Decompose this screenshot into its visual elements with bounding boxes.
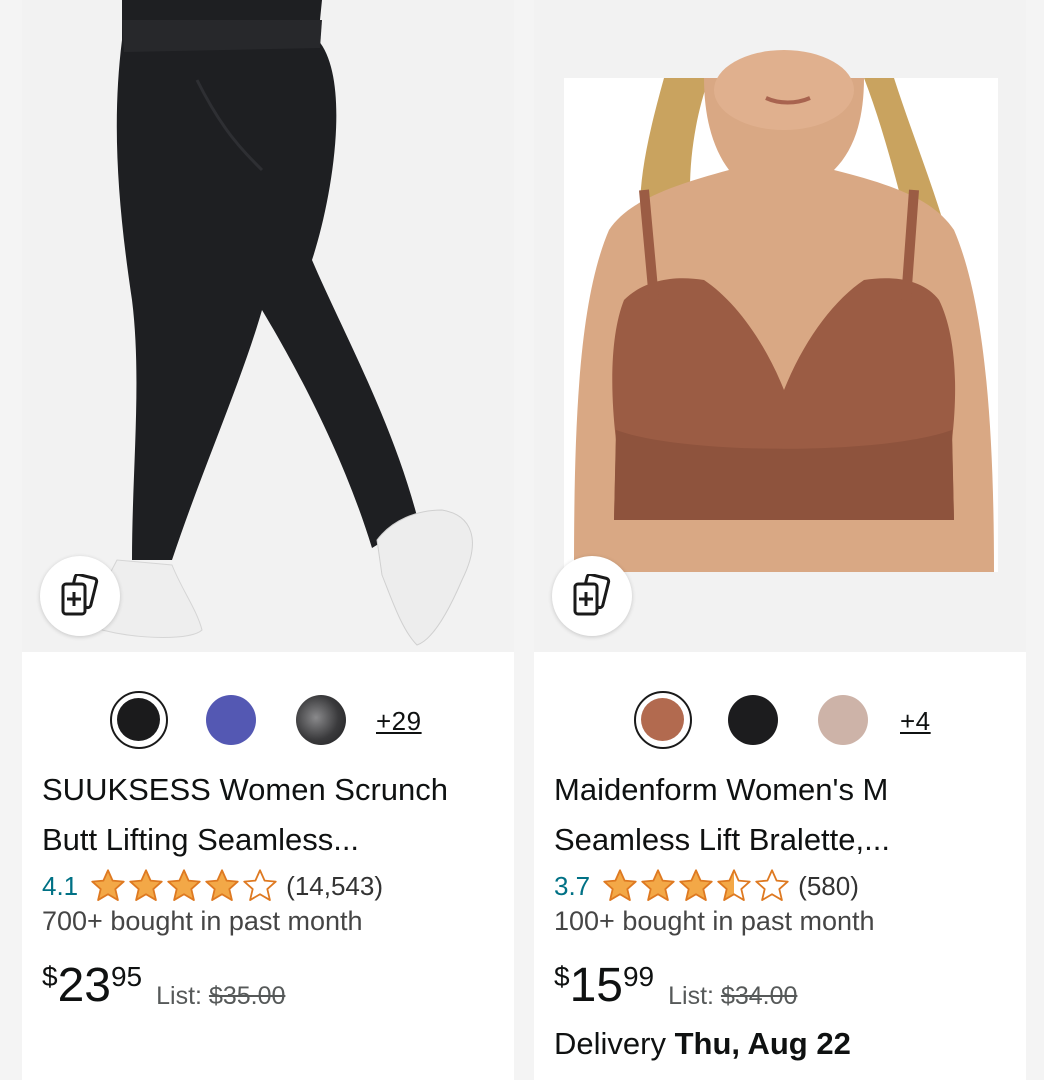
title-line: Maidenform Women's M xyxy=(554,772,889,807)
price-fraction: 99 xyxy=(622,961,655,992)
title-line: Seamless Lift Bralette,... xyxy=(554,822,890,857)
list-price-value: $35.00 xyxy=(208,982,286,1010)
star-icon xyxy=(205,869,239,901)
list-label: List: xyxy=(156,982,202,1010)
rating-row[interactable]: 3.7 (580) xyxy=(554,866,859,906)
swatch-selected[interactable] xyxy=(110,691,168,749)
delivery-label: Delivery xyxy=(554,1026,666,1061)
product-card[interactable]: +4 Maidenform Women's M Seamless Lift Br… xyxy=(534,0,1026,1080)
star-icon xyxy=(603,869,637,901)
star-icon xyxy=(755,869,789,901)
list-price-value: $34.00 xyxy=(720,982,798,1010)
color-swatches: +4 xyxy=(534,688,1026,752)
rating-row[interactable]: 4.1 (14,543) xyxy=(42,866,383,906)
star-icon xyxy=(679,869,713,901)
list-price: List: $34.00 xyxy=(668,982,797,1011)
price-whole: 23 xyxy=(57,959,111,1012)
product-image[interactable] xyxy=(534,0,1026,652)
star-icon xyxy=(129,869,163,901)
list-label: List: xyxy=(668,982,714,1010)
delivery-date: Thu, Aug 22 xyxy=(674,1026,851,1061)
more-colors-link[interactable]: +29 xyxy=(376,706,422,737)
more-colors-link[interactable]: +4 xyxy=(900,706,931,737)
star-icon xyxy=(243,869,277,901)
review-count[interactable]: (14,543) xyxy=(286,871,383,902)
star-icon xyxy=(167,869,201,901)
price-whole: 15 xyxy=(569,959,623,1012)
title-line: SUUKSESS Women Scrunch xyxy=(42,772,449,807)
product-title[interactable]: SUUKSESS Women Scrunch Butt Lifting Seam… xyxy=(42,765,502,865)
star-rating xyxy=(602,868,792,904)
title-line: Butt Lifting Seamless... xyxy=(42,822,360,857)
star-icon xyxy=(717,869,751,901)
price-currency: $ xyxy=(554,961,570,992)
swatch-selected[interactable] xyxy=(634,691,692,749)
compare-add-icon xyxy=(573,574,611,616)
swatch-color xyxy=(117,698,160,741)
compare-button[interactable] xyxy=(40,556,120,636)
bought-count: 100+ bought in past month xyxy=(554,906,875,936)
list-price: List: $35.00 xyxy=(156,982,285,1011)
review-count[interactable]: (580) xyxy=(798,871,859,902)
product-image[interactable] xyxy=(22,0,514,652)
compare-button[interactable] xyxy=(552,556,632,636)
price: $ 15 99 List: $34.00 xyxy=(554,958,797,1014)
product-card[interactable]: +29 SUUKSESS Women Scrunch Butt Lifting … xyxy=(22,0,514,1080)
delivery-info: Delivery Thu, Aug 22 xyxy=(554,1026,851,1062)
star-icon xyxy=(91,869,125,901)
rating-value: 3.7 xyxy=(554,870,591,901)
compare-add-icon xyxy=(61,574,99,616)
swatch-color xyxy=(641,698,684,741)
swatch[interactable] xyxy=(728,695,778,745)
price: $ 23 95 List: $35.00 xyxy=(42,958,285,1014)
rating-value: 4.1 xyxy=(42,870,79,901)
price-currency: $ xyxy=(42,961,58,992)
swatch[interactable] xyxy=(296,695,346,745)
price-fraction: 95 xyxy=(110,961,143,992)
swatch[interactable] xyxy=(818,695,868,745)
swatch[interactable] xyxy=(206,695,256,745)
star-rating xyxy=(90,868,280,904)
star-icon xyxy=(641,869,675,901)
color-swatches: +29 xyxy=(22,688,514,752)
product-title[interactable]: Maidenform Women's M Seamless Lift Brale… xyxy=(554,765,1014,865)
bought-count: 700+ bought in past month xyxy=(42,906,363,936)
